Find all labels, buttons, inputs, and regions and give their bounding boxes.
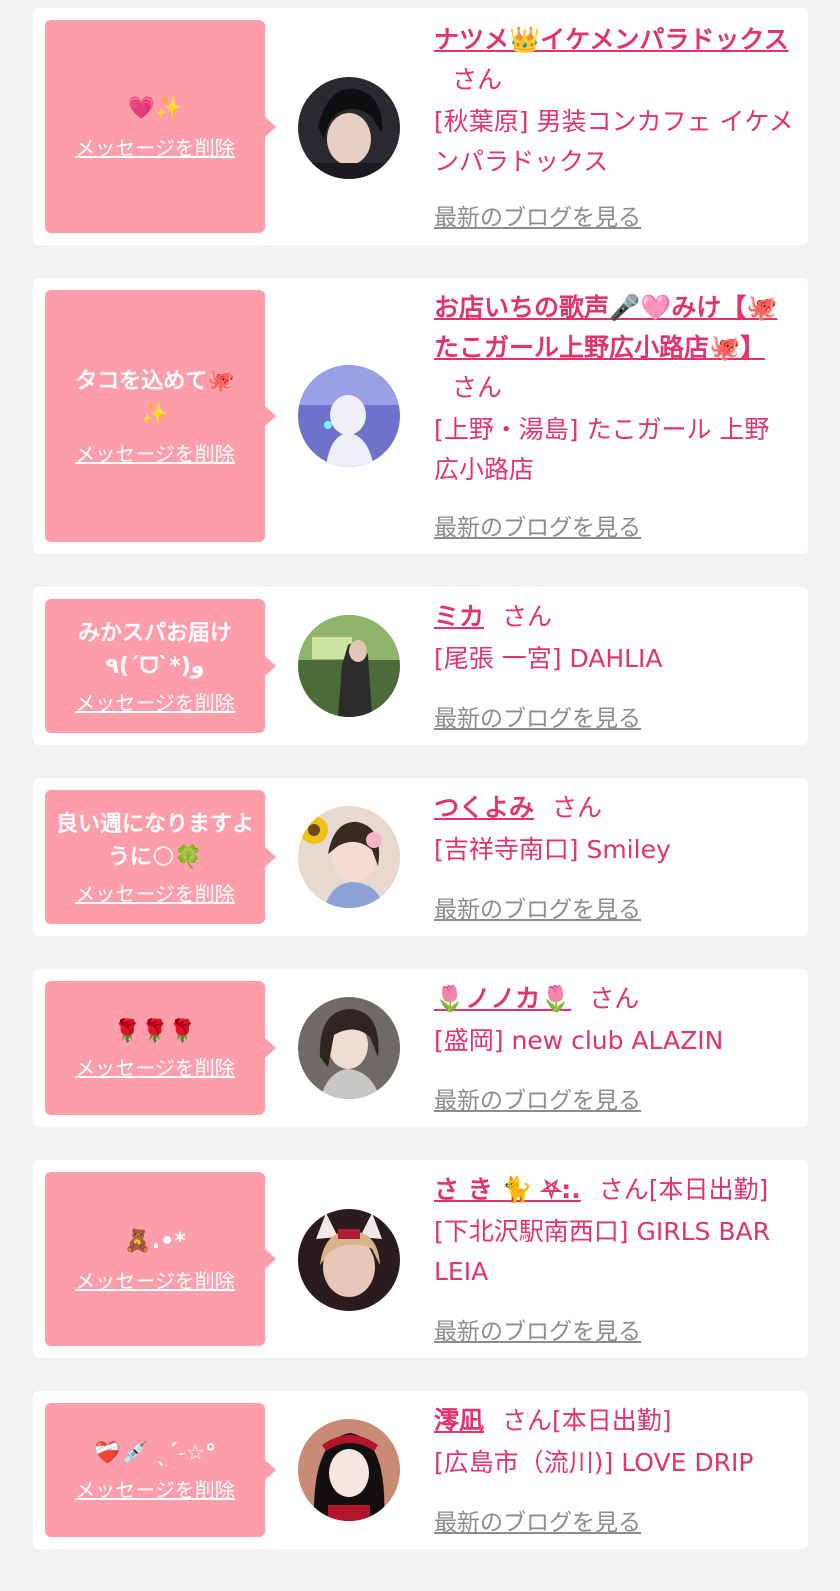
avatar[interactable] <box>298 997 400 1099</box>
cast-name-line: つくよみ さん <box>434 788 794 828</box>
cast-name-link[interactable]: さ き 🐈 ⛧:. <box>434 1175 581 1204</box>
delete-message-link[interactable]: メッセージを削除 <box>75 438 235 467</box>
cast-info: ナツメ👑イケメンパラドックスさん [秋葉原] 男装コンカフェ イケメンパラドック… <box>434 20 794 182</box>
cast-info: さ き 🐈 ⛧:. さん[本日出勤] [下北沢駅南西口] GIRLS BAR LE… <box>434 1170 794 1292</box>
shop-name: [広島市（流川)] LOVE DRIP <box>434 1448 754 1477</box>
cast-name-line: ミカ さん <box>434 597 794 637</box>
message-bubble: 🌹🌹🌹 メッセージを削除 <box>45 981 276 1115</box>
message-text: 🌹🌹🌹 <box>113 1019 197 1044</box>
message-bubble: 🧸.•* メッセージを削除 <box>45 1172 276 1346</box>
message-card: 💗✨ メッセージを削除 ナツメ👑イケメンパラドックスさん [秋葉原] 男装コンカ… <box>33 8 808 245</box>
shop-name: [尾張 一宮] DAHLIA <box>434 644 663 673</box>
latest-blog-link[interactable]: 最新のブログを見る <box>434 1312 641 1346</box>
cast-name-line: お店いちの歌声🎤🩷みけ【🐙たこガール上野広小路店🐙】さん <box>434 288 794 408</box>
latest-blog-link[interactable]: 最新のブログを見る <box>434 508 641 542</box>
avatar[interactable] <box>298 1419 400 1521</box>
shop-name: [下北沢駅南西口] GIRLS BAR LEIA <box>434 1217 770 1286</box>
message-bubble: みかスパお届け ٩(ˊᗜˋ*)و メッセージを削除 <box>45 599 276 733</box>
cast-name-link[interactable]: つくよみ <box>434 793 534 822</box>
shop-name: [吉祥寺南口] Smiley <box>434 835 671 864</box>
cast-info: 🌷ノノカ🌷 さん [盛岡] new club ALAZIN <box>434 979 794 1061</box>
message-text: 💗✨ <box>127 96 183 121</box>
avatar[interactable] <box>298 1209 400 1311</box>
cast-name-link[interactable]: 澪凪 <box>434 1406 484 1435</box>
message-card: みかスパお届け ٩(ˊᗜˋ*)و メッセージを削除 ミカ さん [尾張 一宮] D… <box>33 587 808 745</box>
avatar[interactable] <box>298 806 400 908</box>
cast-name-link[interactable]: 🌷ノノカ🌷 <box>434 984 571 1013</box>
name-suffix: さん <box>452 65 503 94</box>
cast-name-link[interactable]: ミカ <box>434 602 484 631</box>
name-suffix: さん <box>589 984 640 1013</box>
message-text: 🧸.•* <box>124 1228 186 1254</box>
cast-name-line: 澪凪 さん[本日出勤] <box>434 1401 794 1441</box>
shop-name: [上野・湯島] たこガール 上野広小路店 <box>434 415 770 484</box>
avatar[interactable] <box>298 365 400 467</box>
message-text: タコを込めて🐙✨ <box>75 369 235 427</box>
cast-name-line: ナツメ👑イケメンパラドックスさん <box>434 20 794 100</box>
latest-blog-link[interactable]: 最新のブログを見る <box>434 890 641 924</box>
delete-message-link[interactable]: メッセージを削除 <box>75 132 235 161</box>
message-bubble: 良い週になりますように🌕🍀 メッセージを削除 <box>45 790 276 924</box>
name-suffix: さん <box>502 602 553 631</box>
cast-name-link[interactable]: ナツメ👑イケメンパラドックス <box>434 25 789 54</box>
delete-message-link[interactable]: メッセージを削除 <box>75 878 235 907</box>
message-card: タコを込めて🐙✨ メッセージを削除 お店いちの歌声🎤🩷みけ【🐙たこガール上野広小… <box>33 278 808 554</box>
name-suffix: さん[本日出勤] <box>598 1175 769 1204</box>
message-text: ❤️‍🩹💉 ˎˊ˗☆° <box>93 1441 217 1466</box>
cast-name-link[interactable]: お店いちの歌声🎤🩷みけ【🐙たこガール上野広小路店🐙】 <box>434 293 777 362</box>
cast-info: 澪凪 さん[本日出勤] [広島市（流川)] LOVE DRIP <box>434 1401 794 1483</box>
cast-info: ミカ さん [尾張 一宮] DAHLIA <box>434 597 794 679</box>
avatar[interactable] <box>298 615 400 717</box>
message-bubble: タコを込めて🐙✨ メッセージを削除 <box>45 290 276 542</box>
name-suffix: さん <box>552 793 603 822</box>
delete-message-link[interactable]: メッセージを削除 <box>75 687 235 716</box>
delete-message-link[interactable]: メッセージを削除 <box>75 1265 235 1294</box>
message-card: 🌹🌹🌹 メッセージを削除 🌷ノノカ🌷 さん [盛岡] new club ALAZI… <box>33 969 808 1127</box>
message-card: 良い週になりますように🌕🍀 メッセージを削除 つくよみ さん [吉祥寺南口] Sm… <box>33 778 808 936</box>
name-suffix: さん[本日出勤] <box>502 1406 672 1435</box>
name-suffix: さん <box>452 373 503 402</box>
cast-name-line: 🌷ノノカ🌷 さん <box>434 979 794 1019</box>
message-text: みかスパお届け ٩(ˊᗜˋ*)و <box>77 620 232 679</box>
shop-name: [盛岡] new club ALAZIN <box>434 1026 724 1055</box>
message-bubble: ❤️‍🩹💉 ˎˊ˗☆° メッセージを削除 <box>45 1403 276 1537</box>
latest-blog-link[interactable]: 最新のブログを見る <box>434 198 641 232</box>
message-bubble: 💗✨ メッセージを削除 <box>45 20 276 233</box>
message-card: 🧸.•* メッセージを削除 さ き 🐈 ⛧:. さん[本日出勤] [下北沢駅南西口… <box>33 1160 808 1358</box>
cast-name-line: さ き 🐈 ⛧:. さん[本日出勤] <box>434 1170 794 1210</box>
latest-blog-link[interactable]: 最新のブログを見る <box>434 699 641 733</box>
delete-message-link[interactable]: メッセージを削除 <box>75 1052 235 1081</box>
message-text: 良い週になりますように🌕🍀 <box>55 811 254 870</box>
cast-info: つくよみ さん [吉祥寺南口] Smiley <box>434 788 794 870</box>
delete-message-link[interactable]: メッセージを削除 <box>75 1474 235 1503</box>
message-card: ❤️‍🩹💉 ˎˊ˗☆° メッセージを削除 澪凪 さん[本日出勤] [広島市（流川)… <box>33 1391 808 1549</box>
latest-blog-link[interactable]: 最新のブログを見る <box>434 1081 641 1115</box>
cast-info: お店いちの歌声🎤🩷みけ【🐙たこガール上野広小路店🐙】さん [上野・湯島] たこガ… <box>434 288 794 490</box>
avatar[interactable] <box>298 77 400 179</box>
latest-blog-link[interactable]: 最新のブログを見る <box>434 1503 641 1537</box>
shop-name: [秋葉原] 男装コンカフェ イケメンパラドックス <box>434 107 794 176</box>
